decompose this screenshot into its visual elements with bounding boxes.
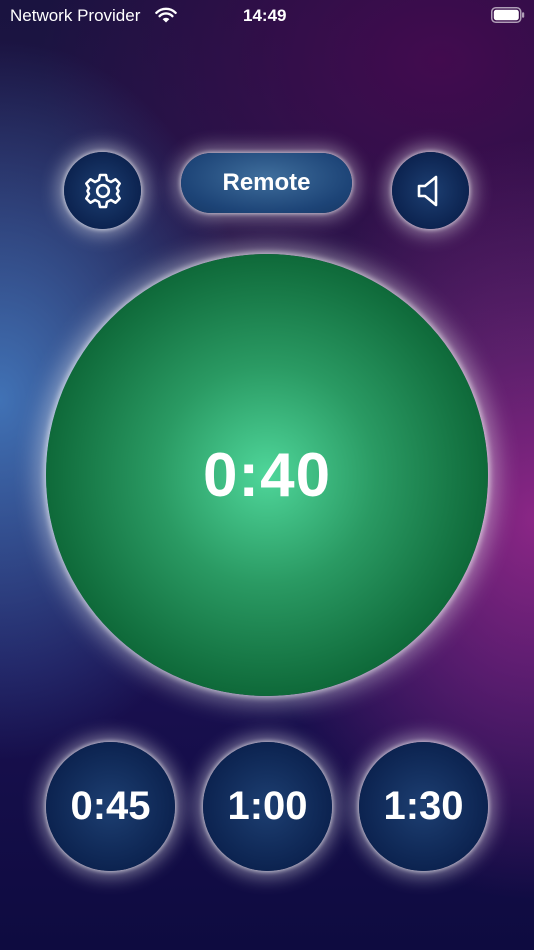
sound-button[interactable] [392, 152, 469, 229]
settings-button[interactable] [64, 152, 141, 229]
preset-button-0-45[interactable]: 0:45 [46, 742, 175, 871]
wifi-icon [155, 7, 177, 23]
timer-circle[interactable]: 0:40 [46, 254, 488, 696]
speaker-icon [417, 175, 437, 206]
gear-icon [84, 173, 121, 208]
status-bar: Network Provider 14:49 [0, 0, 534, 32]
app-screen: Network Provider 14:49 Remote 0:40 0:45 [0, 0, 534, 950]
battery-full-icon [491, 7, 525, 23]
remote-button[interactable]: Remote [181, 153, 352, 213]
preset-button-1-30[interactable]: 1:30 [359, 742, 488, 871]
status-time: 14:49 [243, 6, 287, 25]
preset-button-1-00[interactable]: 1:00 [203, 742, 332, 871]
carrier-name: Network Provider [10, 6, 141, 25]
timer-value: 0:40 [202, 440, 332, 510]
